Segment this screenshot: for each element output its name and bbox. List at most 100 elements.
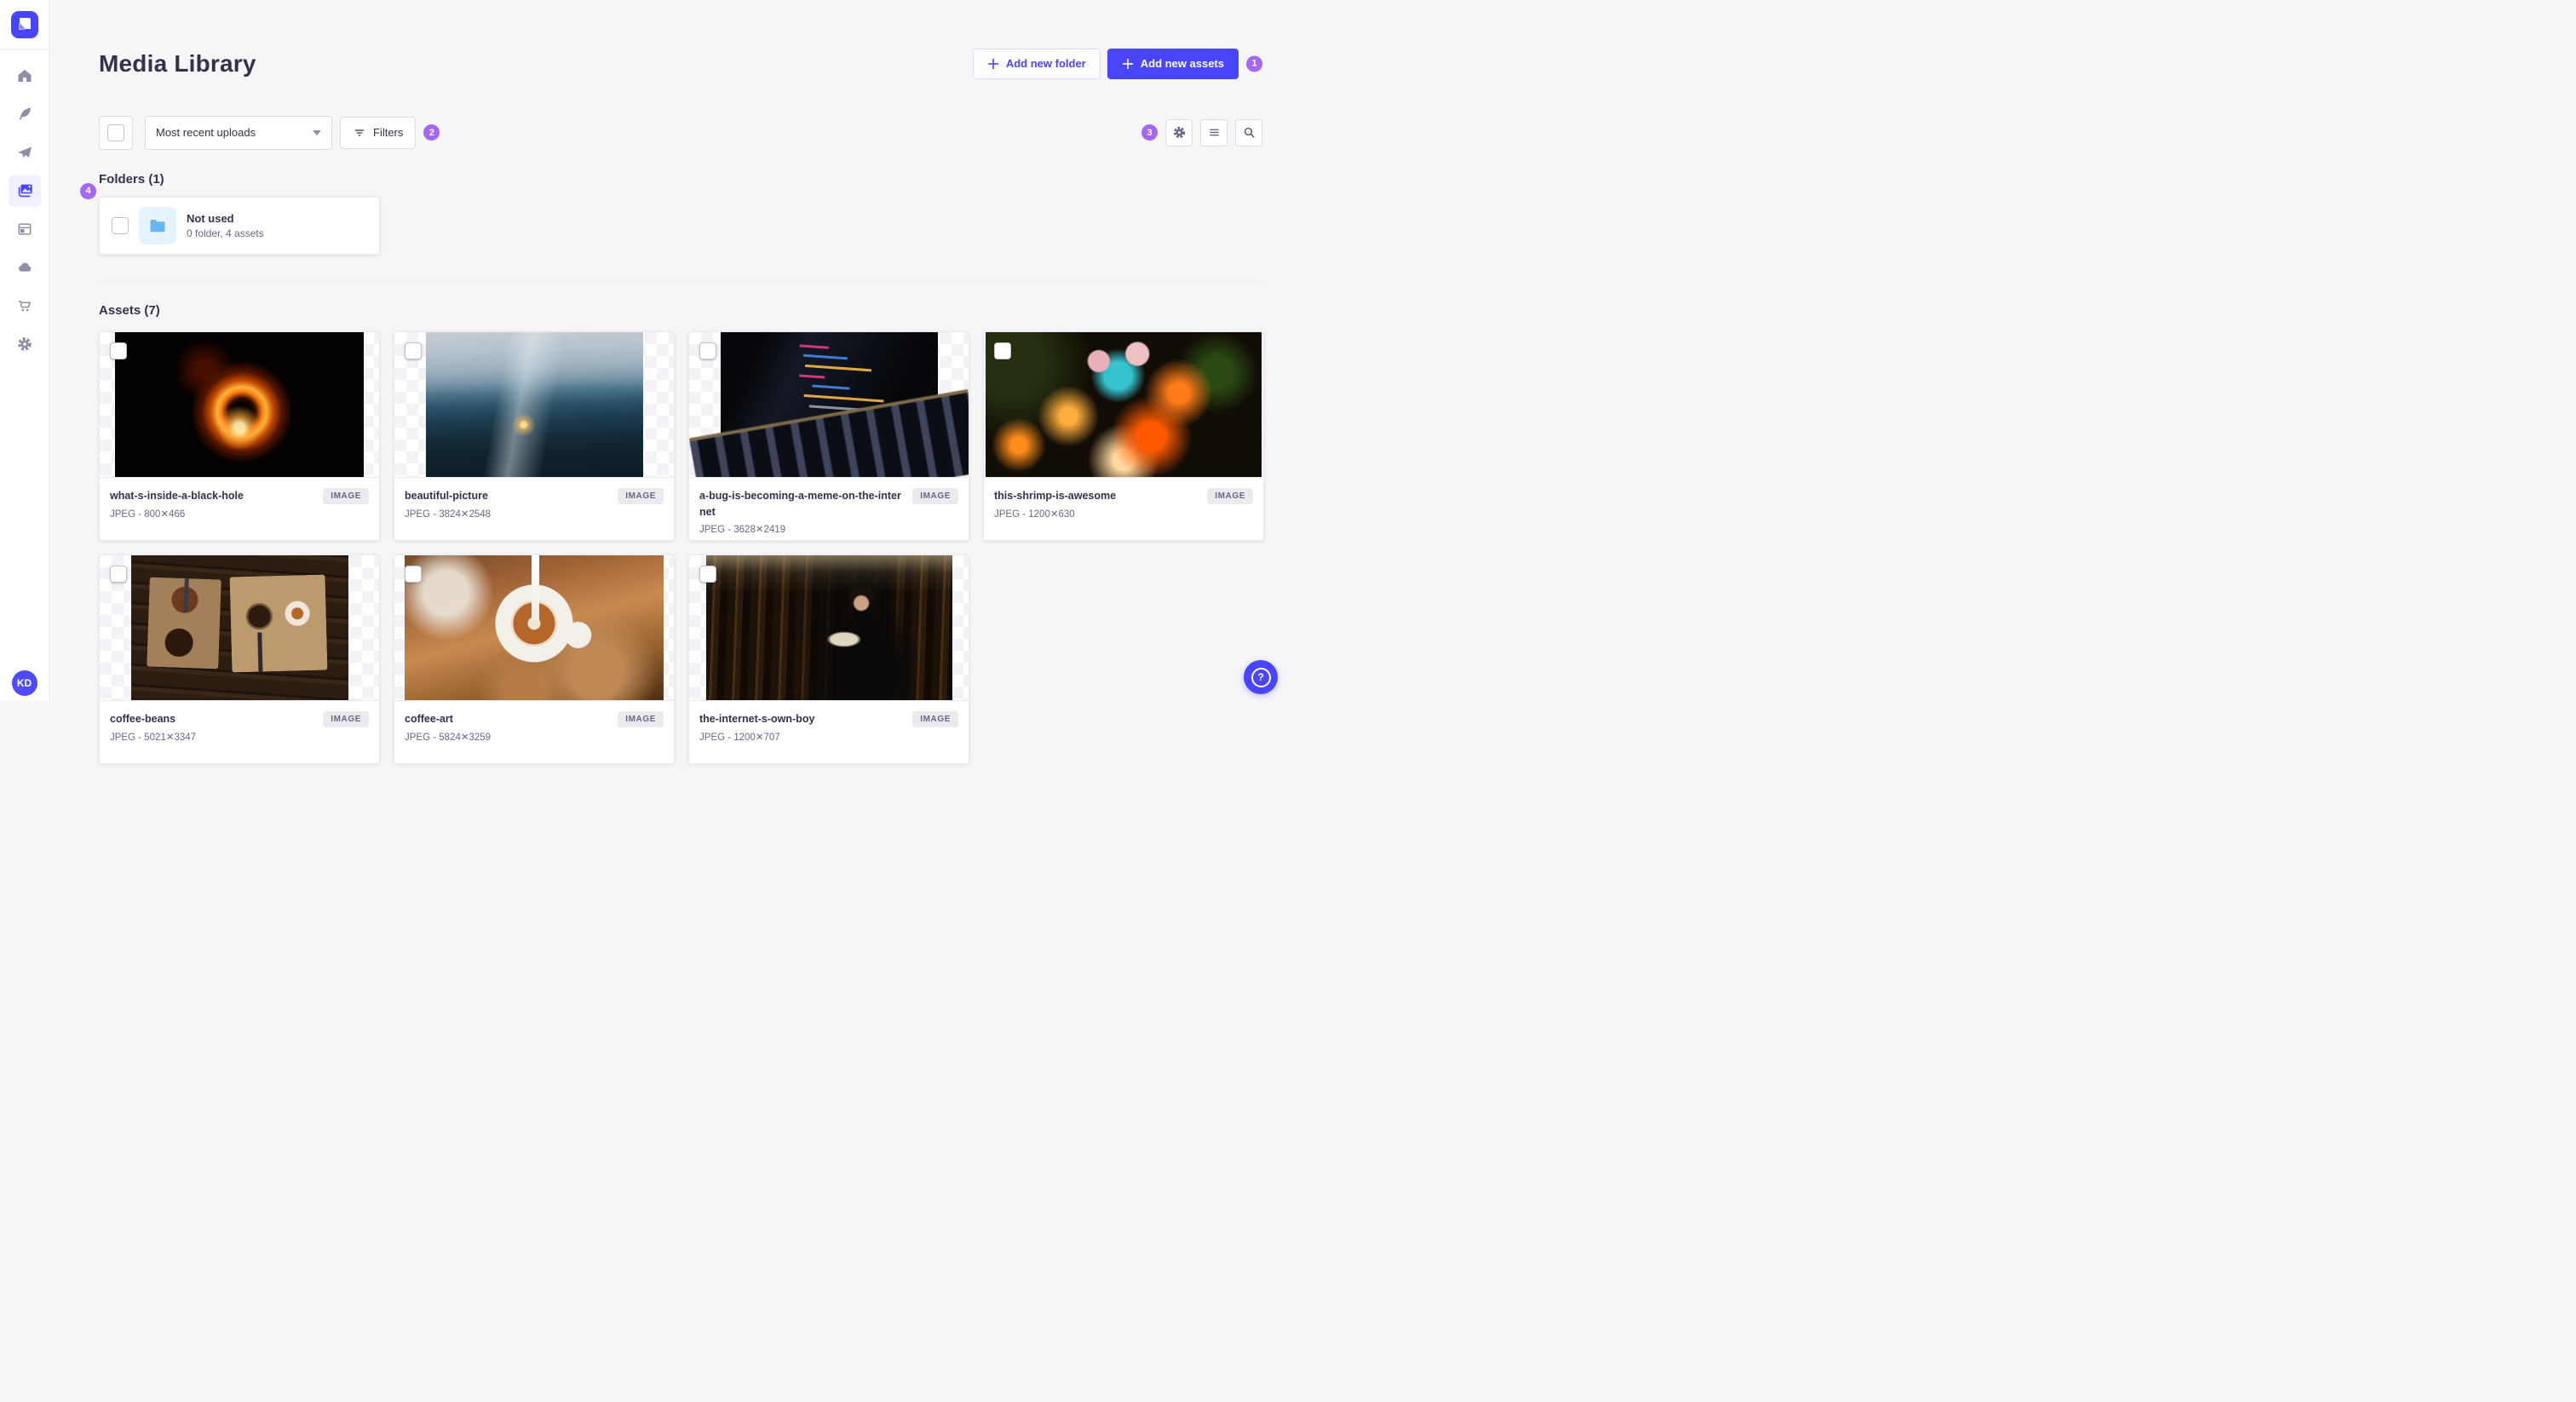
asset-meta: JPEG - 1200✕630 <box>994 509 1075 520</box>
asset-thumbnail-area <box>689 554 969 701</box>
asset-checkbox[interactable] <box>699 565 716 583</box>
asset-card[interactable]: what-s-inside-a-black-hole JPEG - 800✕46… <box>99 330 380 541</box>
step-badge-3: 3 <box>1141 124 1158 141</box>
sidebar-item-marketplace[interactable] <box>9 290 41 322</box>
asset-thumbnail <box>115 331 364 477</box>
select-all-checkbox-card[interactable] <box>99 115 133 150</box>
asset-meta: JPEG - 3824✕2548 <box>405 509 492 520</box>
asset-type-badge: IMAGE <box>1207 487 1253 504</box>
asset-thumbnail <box>130 554 348 700</box>
asset-thumbnail-area <box>689 331 969 478</box>
asset-type-badge: IMAGE <box>912 487 958 504</box>
asset-texts: the-internet-s-own-boy JPEG - 1200✕707 <box>699 711 814 743</box>
asset-info: the-internet-s-own-boy JPEG - 1200✕707 I… <box>689 701 969 753</box>
folder-texts: Not used 0 folder, 4 assets <box>187 212 264 239</box>
folder-icon-box <box>139 206 176 244</box>
cart-icon <box>18 300 31 312</box>
sidebar-item-settings[interactable] <box>9 328 41 360</box>
asset-checkbox[interactable] <box>699 342 716 359</box>
select-all-checkbox[interactable] <box>107 124 124 141</box>
home-icon <box>18 69 31 83</box>
user-avatar[interactable]: KD <box>11 670 37 696</box>
sidebar-item-deploy[interactable] <box>9 251 41 284</box>
sidebar: KD <box>0 0 49 701</box>
main-content: Media Library Add new folder Add new ass… <box>49 0 1288 764</box>
asset-type-badge: IMAGE <box>912 710 958 727</box>
asset-checkbox[interactable] <box>405 342 422 359</box>
header-actions: Add new folder Add new assets 1 <box>972 48 1262 79</box>
asset-info: what-s-inside-a-black-hole JPEG - 800✕46… <box>100 478 379 530</box>
folder-card[interactable]: Not used 0 folder, 4 assets <box>99 196 380 255</box>
strapi-logo-icon <box>18 18 31 30</box>
asset-checkbox[interactable] <box>110 342 127 359</box>
asset-checkbox[interactable] <box>994 342 1011 359</box>
asset-meta: JPEG - 5824✕3259 <box>405 732 492 743</box>
asset-thumbnail <box>705 554 952 700</box>
asset-thumbnail <box>405 554 664 700</box>
asset-title: this-shrimp-is-awesome <box>994 489 1117 502</box>
asset-checkbox[interactable] <box>405 565 422 583</box>
step-badge-4: 4 <box>80 182 96 199</box>
add-new-folder-button[interactable]: Add new folder <box>972 48 1101 79</box>
assets-grid: what-s-inside-a-black-hole JPEG - 800✕46… <box>99 330 1264 764</box>
folder-checkbox[interactable] <box>112 216 129 234</box>
sidebar-item-media-library[interactable] <box>8 175 41 207</box>
add-new-folder-label: Add new folder <box>1005 57 1086 71</box>
asset-texts: coffee-beans JPEG - 5021✕3347 <box>110 711 196 743</box>
asset-checkbox[interactable] <box>110 565 127 583</box>
folder-icon <box>150 219 165 233</box>
asset-title: beautiful-picture <box>405 489 488 502</box>
asset-card[interactable]: the-internet-s-own-boy JPEG - 1200✕707 I… <box>688 554 969 764</box>
gear-icon <box>17 337 32 351</box>
sidebar-item-home[interactable] <box>9 60 41 92</box>
sidebar-nav <box>8 60 41 360</box>
filter-icon <box>354 129 365 136</box>
sidebar-item-content-manager[interactable] <box>9 98 41 130</box>
page-title: Media Library <box>99 49 256 77</box>
add-new-assets-button[interactable]: Add new assets <box>1107 48 1239 79</box>
asset-card[interactable]: coffee-beans JPEG - 5021✕3347 IMAGE <box>99 554 380 764</box>
toolbar-left: Most recent uploads Filters 2 <box>99 115 440 150</box>
asset-thumbnail-area <box>394 554 674 701</box>
asset-title: a-bug-is-becoming-a-meme-on-the-internet <box>699 489 901 518</box>
list-icon <box>1209 129 1219 136</box>
asset-type-badge: IMAGE <box>323 710 369 727</box>
plus-icon <box>987 58 998 69</box>
sidebar-item-releases[interactable] <box>9 136 41 169</box>
asset-thumbnail-area <box>394 331 674 478</box>
asset-card[interactable]: this-shrimp-is-awesome JPEG - 1200✕630 I… <box>983 330 1264 541</box>
question-mark-icon: ? <box>1251 667 1271 687</box>
filters-label: Filters <box>373 126 404 139</box>
sidebar-item-content-type-builder[interactable] <box>9 213 41 245</box>
asset-title: what-s-inside-a-black-hole <box>110 489 244 502</box>
media-library-icon <box>18 184 32 198</box>
add-new-assets-label: Add new assets <box>1140 57 1224 71</box>
asset-info: a-bug-is-becoming-a-meme-on-the-internet… <box>689 478 969 540</box>
asset-card[interactable]: coffee-art JPEG - 5824✕3259 IMAGE <box>394 554 675 764</box>
filters-button[interactable]: Filters <box>340 116 417 149</box>
asset-texts: beautiful-picture JPEG - 3824✕2548 <box>405 488 491 520</box>
sort-dropdown[interactable]: Most recent uploads <box>145 115 332 150</box>
asset-title: coffee-art <box>405 712 453 725</box>
asset-meta: JPEG - 5021✕3347 <box>110 732 197 743</box>
folder-name: Not used <box>187 211 234 225</box>
asset-card[interactable]: beautiful-picture JPEG - 3824✕2548 IMAGE <box>394 330 675 541</box>
asset-meta: JPEG - 1200✕707 <box>699 732 780 743</box>
asset-texts: this-shrimp-is-awesome JPEG - 1200✕630 <box>994 488 1116 520</box>
asset-thumbnail <box>986 331 1262 477</box>
strapi-logo[interactable] <box>10 11 38 38</box>
help-button[interactable]: ? <box>1244 660 1278 694</box>
asset-meta: JPEG - 3628✕2419 <box>699 525 786 536</box>
plus-icon <box>1122 58 1133 69</box>
folder-meta: 0 folder, 4 assets <box>187 227 264 239</box>
grid-settings-button[interactable] <box>1165 118 1193 147</box>
list-view-button[interactable] <box>1200 118 1228 147</box>
folders-heading: Folders (1) <box>99 171 164 187</box>
asset-card[interactable]: a-bug-is-becoming-a-meme-on-the-internet… <box>688 330 969 541</box>
folders-section: 4 Folders (1) Not used 0 folder, 4 asset… <box>80 171 1262 255</box>
feather-icon <box>19 107 31 120</box>
asset-info: coffee-beans JPEG - 5021✕3347 IMAGE <box>100 701 379 753</box>
asset-type-badge: IMAGE <box>618 487 664 504</box>
search-button[interactable] <box>1235 118 1262 147</box>
assets-section: Assets (7) what-s-inside-a-black-hole JP… <box>99 303 1264 764</box>
